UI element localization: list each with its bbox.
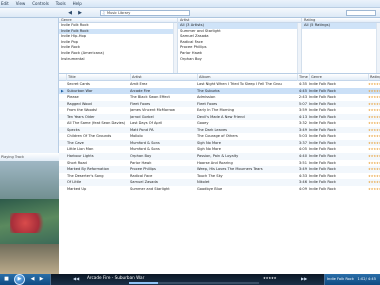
np-next-button[interactable]: ▶▶ (301, 276, 307, 281)
track-rating[interactable]: ★★★★★ (368, 186, 380, 193)
stop-button[interactable]: ■ (2, 275, 11, 284)
menu-controls[interactable]: Controls (32, 1, 49, 6)
now-playing-time: 1:02/ 4:45 (357, 277, 377, 281)
navigation-pane: Playing Track (0, 18, 59, 285)
column-time[interactable]: Time (297, 74, 309, 81)
artist-filter: Artist All (3 Artists) Summer and Starlig… (178, 18, 302, 73)
column-genre[interactable]: Genre (309, 74, 368, 81)
previous-button[interactable]: ◀ (28, 275, 37, 284)
artist-scrollbar[interactable] (297, 23, 301, 73)
track-row[interactable]: Marked Up Summer and Starlight Goodbye Blu… (59, 186, 380, 193)
rating-filter-item[interactable] (302, 57, 380, 63)
now-playing-label: Playing Track (0, 153, 59, 161)
genre-filter-item[interactable]: Instrumental (59, 57, 177, 63)
menu-tools[interactable]: Tools (56, 1, 66, 6)
column-artist[interactable]: Artist (130, 74, 197, 81)
menu-help[interactable]: Help (73, 1, 82, 6)
now-playing-genre: Indie Folk Rock (327, 277, 354, 281)
column-album[interactable]: Album (197, 74, 297, 81)
search-input[interactable] (346, 10, 376, 16)
rating-scrollbar[interactable] (376, 23, 380, 73)
track-list: Title Artist Album Time Genre Rating Sec… (59, 73, 380, 274)
column-header: Title Artist Album Time Genre Rating (59, 74, 380, 81)
track-title: Marked Up (67, 186, 87, 191)
track-time: 4:09 (298, 186, 307, 191)
now-playing-title: Arcade Fire - Suburban War (87, 275, 145, 280)
play-button[interactable]: ▶ (14, 274, 25, 285)
next-button[interactable]: ▶ (37, 275, 46, 284)
artist-filter-item[interactable]: Orphan Boy (178, 57, 301, 63)
track-artist: Summer and Starlight (130, 186, 170, 191)
menu-edit[interactable]: Edit (1, 1, 9, 6)
album-art (0, 161, 59, 285)
menu-bar: Edit View Controls Tools Help (0, 0, 380, 8)
back-button[interactable]: ◀ (66, 10, 74, 16)
rating-filter: Rating All (5 Ratings) (302, 18, 380, 73)
column-title[interactable]: Title (66, 74, 130, 81)
column-rating[interactable]: Rating (368, 74, 380, 81)
breadcrumb-label: Music Library (107, 11, 131, 15)
seek-fill (129, 282, 158, 284)
track-album: Goodbye Blue (197, 186, 223, 191)
track-rows: Secret Cards Amit Erez Last Night When I T… (59, 81, 380, 192)
now-playing-panel: ◀◀ Arcade Fire - Suburban War ★★★★★ ▶▶ (50, 274, 325, 285)
transport-bar: ■ ▶ ◀ ▶ ◀◀ Arcade Fire - Suburban War ★★… (0, 274, 380, 285)
track-genre: Indie Folk Rock (309, 186, 336, 191)
music-library-icon: ♫ (102, 11, 106, 15)
np-previous-button[interactable]: ◀◀ (73, 276, 79, 281)
forward-button[interactable]: ▶ (76, 10, 84, 16)
now-playing-rating[interactable]: ★★★★★ (263, 276, 277, 280)
toolbar: ◀ ▶ ♫ Music Library (0, 8, 380, 18)
genre-filter: Genre Indie Folk Rock Indie Folk Rock Indi… (59, 18, 178, 73)
breadcrumb[interactable]: ♫ Music Library (100, 10, 190, 16)
menu-view[interactable]: View (16, 1, 26, 6)
seek-bar[interactable] (129, 282, 259, 284)
genre-scrollbar[interactable] (173, 23, 177, 73)
